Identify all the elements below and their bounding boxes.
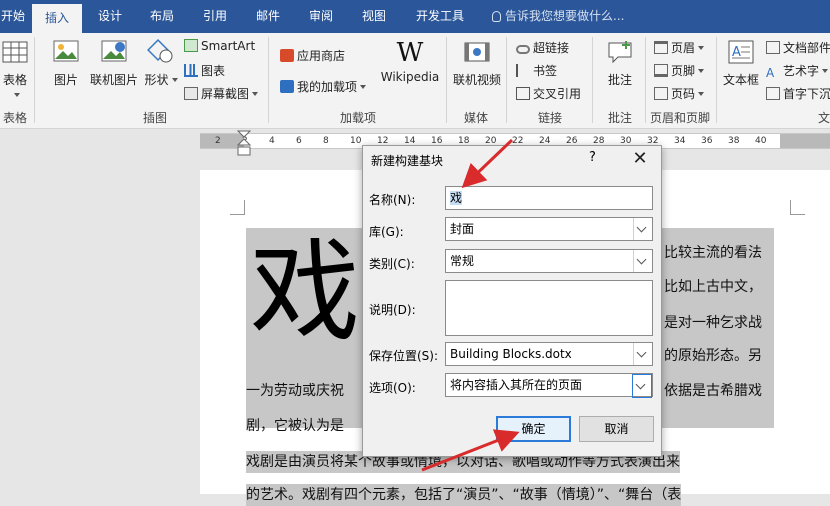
arrow-to-ok-button xyxy=(421,429,520,472)
arrow-to-name-field xyxy=(461,138,514,189)
annotation-arrows xyxy=(421,138,520,472)
